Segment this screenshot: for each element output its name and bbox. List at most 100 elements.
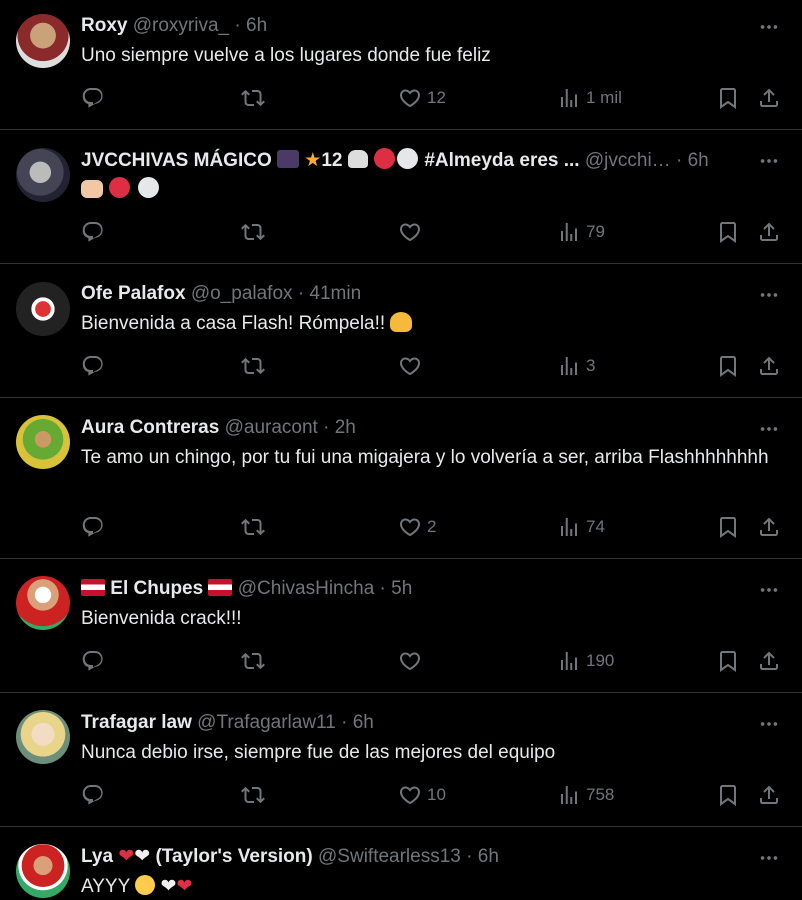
reply-icon — [81, 783, 105, 807]
avatar[interactable] — [16, 844, 70, 898]
author-name-suffix[interactable]: (Taylor's Version) — [155, 846, 312, 867]
goat-emoji — [347, 150, 368, 168]
avatar[interactable] — [16, 710, 70, 764]
tweet[interactable]: El Chupes @ChivasHincha · 5h Bienvenida … — [0, 559, 802, 693]
tweet[interactable]: JVCCHIVAS MÁGICO ★12 #Almeyda eres ... @… — [0, 130, 802, 264]
reply-button[interactable] — [81, 86, 105, 110]
avatar[interactable] — [16, 14, 70, 68]
reply-button[interactable] — [81, 649, 105, 673]
views-button[interactable]: 3 — [557, 354, 595, 378]
action-bar: 2 74 — [0, 515, 802, 541]
like-count: 12 — [427, 88, 446, 107]
author-handle[interactable]: @roxyriva_ — [133, 15, 229, 36]
reply-button[interactable] — [81, 220, 105, 244]
bookmark-button[interactable] — [716, 649, 740, 673]
timestamp[interactable]: 41min — [309, 283, 361, 304]
more-icon[interactable] — [758, 418, 780, 440]
red-circle-emoji — [374, 148, 396, 169]
timestamp[interactable]: 6h — [478, 846, 499, 867]
reply-button[interactable] — [81, 354, 105, 378]
action-bar: 190 — [0, 649, 802, 675]
heart-icon — [398, 649, 422, 673]
timestamp[interactable]: 6h — [688, 150, 709, 171]
like-button[interactable] — [398, 220, 427, 244]
timestamp[interactable]: 6h — [246, 15, 267, 36]
share-button[interactable] — [757, 515, 781, 539]
reply-button[interactable] — [81, 515, 105, 539]
like-button[interactable]: 10 — [398, 783, 446, 807]
reply-icon — [81, 515, 105, 539]
bookmark-button[interactable] — [716, 515, 740, 539]
more-icon[interactable] — [758, 284, 780, 306]
avatar[interactable] — [16, 282, 70, 336]
author-handle[interactable]: @ChivasHincha — [238, 578, 375, 599]
author-name[interactable]: Roxy — [81, 15, 127, 36]
avatar[interactable] — [16, 415, 70, 469]
share-button[interactable] — [757, 783, 781, 807]
like-button[interactable]: 12 — [398, 86, 446, 110]
separator: · — [675, 150, 683, 171]
views-button[interactable]: 1 mil — [557, 86, 622, 110]
author-name[interactable]: JVCCHIVAS MÁGICO — [81, 150, 272, 171]
action-bar: 10 758 — [0, 783, 802, 809]
retweet-button[interactable] — [241, 515, 265, 539]
more-icon[interactable] — [758, 16, 780, 38]
author-name[interactable]: Aura Contreras — [81, 417, 219, 438]
bookmark-button[interactable] — [716, 783, 740, 807]
tweet-header: Trafagar law @Trafagarlaw11 · 6h — [81, 711, 732, 735]
more-icon[interactable] — [758, 847, 780, 869]
retweet-button[interactable] — [241, 783, 265, 807]
avatar[interactable] — [16, 576, 70, 630]
heart-icon — [398, 220, 422, 244]
views-button[interactable]: 190 — [557, 649, 614, 673]
tweet[interactable]: Roxy @roxyriva_ · 6h Uno siempre vuelve … — [0, 0, 802, 130]
tweet[interactable]: Lya ❤❤ (Taylor's Version) @Swiftearless1… — [0, 827, 802, 898]
share-button[interactable] — [757, 354, 781, 378]
author-name[interactable]: Ofe Palafox — [81, 283, 186, 304]
author-name[interactable]: Trafagar law — [81, 712, 192, 733]
author-handle[interactable]: @o_palafox — [191, 283, 293, 304]
tweet[interactable]: Ofe Palafox @o_palafox · 41min Bienvenid… — [0, 264, 802, 398]
more-icon[interactable] — [758, 150, 780, 172]
like-button[interactable] — [398, 354, 427, 378]
share-icon — [757, 783, 781, 807]
timestamp[interactable]: 2h — [335, 417, 356, 438]
tweet-header: JVCCHIVAS MÁGICO ★12 #Almeyda eres ... @… — [81, 148, 732, 172]
share-button[interactable] — [757, 86, 781, 110]
author-name-hashtag[interactable]: #Almeyda eres ... — [424, 150, 579, 171]
bookmark-button[interactable] — [716, 86, 740, 110]
retweet-button[interactable] — [241, 86, 265, 110]
flag-emoji — [81, 579, 105, 596]
retweet-button[interactable] — [241, 649, 265, 673]
more-icon[interactable] — [758, 713, 780, 735]
like-button[interactable] — [398, 649, 427, 673]
pleading-face-emoji — [135, 875, 156, 895]
author-handle[interactable]: @jvcchi… — [585, 150, 671, 171]
fist-emoji — [81, 180, 103, 198]
author-handle[interactable]: @Trafagarlaw11 — [197, 712, 336, 733]
timestamp[interactable]: 5h — [391, 578, 412, 599]
bookmark-button[interactable] — [716, 220, 740, 244]
like-button[interactable]: 2 — [398, 515, 436, 539]
bookmark-icon — [716, 354, 740, 378]
views-button[interactable]: 758 — [557, 783, 614, 807]
author-name[interactable]: El Chupes — [110, 578, 203, 599]
separator: · — [297, 283, 305, 304]
author-handle[interactable]: @auracont — [225, 417, 318, 438]
views-button[interactable]: 74 — [557, 515, 605, 539]
tweet[interactable]: Aura Contreras @auracont · 2h Te amo un … — [0, 398, 802, 559]
avatar[interactable] — [16, 148, 70, 202]
retweet-button[interactable] — [241, 354, 265, 378]
reply-button[interactable] — [81, 783, 105, 807]
retweet-button[interactable] — [241, 220, 265, 244]
more-icon[interactable] — [758, 579, 780, 601]
retweet-icon — [241, 354, 265, 378]
share-button[interactable] — [757, 220, 781, 244]
author-handle[interactable]: @Swiftearless13 — [318, 846, 461, 867]
share-button[interactable] — [757, 649, 781, 673]
bookmark-button[interactable] — [716, 354, 740, 378]
tweet[interactable]: Trafagar law @Trafagarlaw11 · 6h Nunca d… — [0, 693, 802, 827]
timestamp[interactable]: 6h — [353, 712, 374, 733]
author-name[interactable]: Lya — [81, 846, 113, 867]
views-button[interactable]: 79 — [557, 220, 605, 244]
